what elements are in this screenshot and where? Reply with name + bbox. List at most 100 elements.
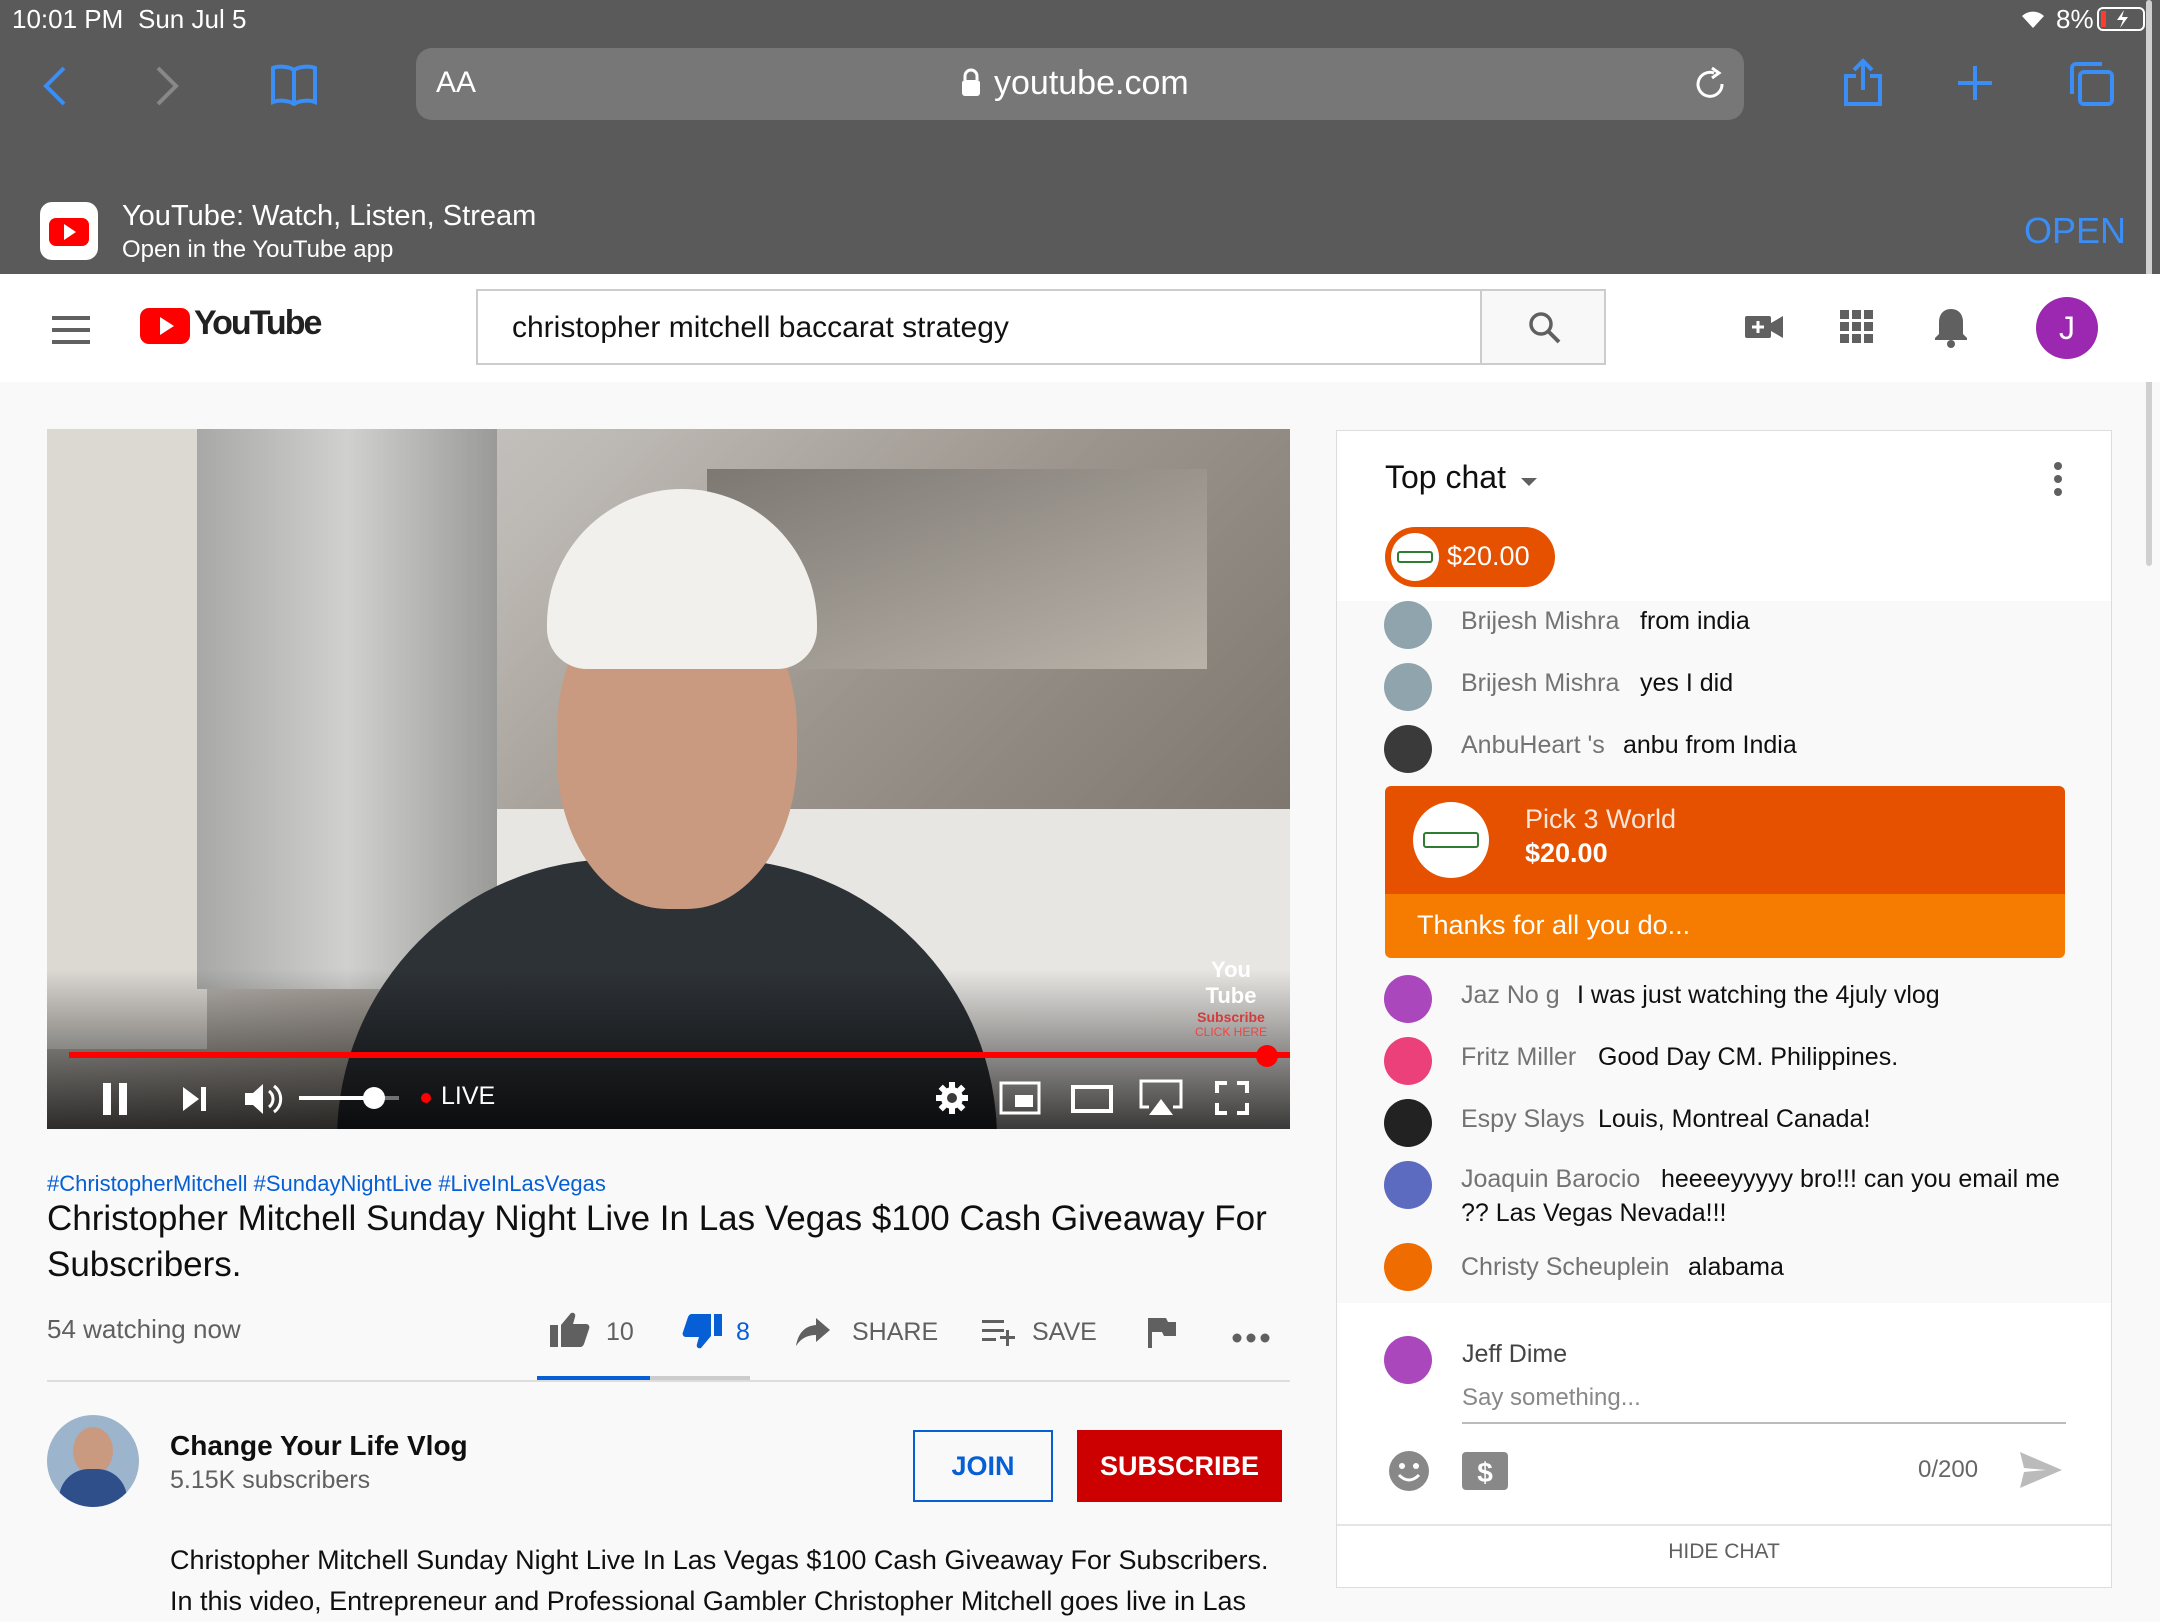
lock-icon [960, 68, 982, 103]
share-icon[interactable] [1842, 58, 1884, 113]
char-counter: 0/200 [1918, 1456, 1979, 1483]
more-actions-icon[interactable] [1232, 1330, 1270, 1348]
share-arrow-icon[interactable] [796, 1318, 830, 1351]
video-player[interactable]: You Tube Subscribe CLICK HERE LIVE [47, 429, 1290, 1129]
chat-message: alabama [1688, 1253, 1784, 1281]
watching-count: 54 watching now [47, 1314, 241, 1344]
back-icon[interactable] [40, 64, 70, 113]
chat-input[interactable]: Say something... [1462, 1382, 2066, 1424]
video-fridge [197, 429, 497, 989]
superchat-ticker[interactable]: $20.00 [1385, 527, 1555, 587]
chat-message: I was just watching the 4july vlog [1577, 981, 1940, 1009]
open-app-button[interactable]: OPEN [2024, 210, 2126, 252]
search-input[interactable]: christopher mitchell baccarat strategy [476, 289, 1482, 365]
menu-icon[interactable] [52, 316, 90, 349]
youtube-logo-text: YouTube [194, 304, 322, 342]
ticker-avatar [1391, 533, 1439, 581]
chat-avatar [1384, 1099, 1432, 1147]
theater-mode-icon[interactable] [1071, 1085, 1113, 1118]
tabs-icon[interactable] [2068, 60, 2116, 113]
chat-avatar [1384, 663, 1432, 711]
reload-icon[interactable] [1692, 66, 1728, 107]
next-icon[interactable] [181, 1085, 209, 1118]
airplay-icon[interactable] [1139, 1079, 1183, 1122]
superchat-amount: $20.00 [1525, 838, 1608, 868]
video-wall [47, 429, 207, 1049]
live-label[interactable]: LIVE [441, 1082, 495, 1111]
progress-fill [69, 1052, 1290, 1058]
chat-avatar [1384, 725, 1432, 773]
superchat-card[interactable]: Pick 3 World $20.00 Thanks for all you d… [1385, 786, 2065, 958]
banner-title: YouTube: Watch, Listen, Stream [122, 200, 537, 232]
input-author: Jeff Dime [1462, 1340, 1568, 1368]
emoji-icon[interactable] [1388, 1450, 1430, 1497]
join-button[interactable]: JOIN [913, 1430, 1053, 1502]
dislike-count: 8 [736, 1318, 750, 1346]
superchat-body: Thanks for all you do... [1385, 894, 2065, 958]
subscribe-button[interactable]: SUBSCRIBE [1077, 1430, 1282, 1502]
bookmarks-icon[interactable] [270, 62, 318, 111]
chat-message: anbu from India [1623, 731, 1797, 759]
settings-gear-icon[interactable] [935, 1081, 969, 1120]
chat-avatar [1384, 975, 1432, 1023]
ticker-amount: $20.00 [1447, 541, 1530, 571]
chat-avatar [1384, 601, 1432, 649]
pause-icon[interactable] [101, 1083, 131, 1120]
volume-knob[interactable] [363, 1087, 385, 1109]
hide-chat-button[interactable]: HIDE CHAT [1337, 1540, 2111, 1564]
create-video-icon[interactable] [1744, 310, 1784, 349]
thumbs-down-icon[interactable] [682, 1314, 722, 1355]
chat-input-placeholder: Say something... [1462, 1384, 1641, 1411]
status-date: Sun Jul 5 [138, 4, 247, 34]
chat-mode-label[interactable]: Top chat [1385, 459, 1506, 496]
text-size-button[interactable]: AA [436, 66, 476, 100]
channel-avatar[interactable] [47, 1415, 139, 1507]
progress-scrubber[interactable] [1256, 1045, 1278, 1067]
search-query: christopher mitchell baccarat strategy [512, 311, 1009, 344]
smart-app-banner: YouTube: Watch, Listen, Stream Open in t… [0, 190, 2160, 274]
account-avatar[interactable]: J [2036, 297, 2098, 359]
search-button[interactable] [1480, 289, 1606, 365]
input-avatar [1384, 1336, 1432, 1384]
video-hashtags[interactable]: #ChristopherMitchell #SundayNightLive #L… [47, 1171, 606, 1197]
chat-author[interactable]: Jaz No g [1461, 981, 1560, 1010]
superchat-message: Thanks for all you do... [1417, 910, 1691, 940]
chat-more-icon[interactable] [2053, 461, 2063, 502]
fullscreen-icon[interactable] [1215, 1081, 1249, 1120]
chat-mode-dropdown-icon[interactable] [1519, 475, 1539, 493]
send-icon[interactable] [2020, 1452, 2062, 1493]
chat-author[interactable]: AnbuHeart 's [1461, 731, 1605, 760]
banner-subtitle: Open in the YouTube app [122, 236, 394, 263]
apps-grid-icon[interactable] [1840, 310, 1874, 349]
watermark-subscribe: Subscribe [1197, 1009, 1265, 1025]
chat-author[interactable]: Brijesh Mishra [1461, 669, 1619, 698]
channel-subscribers: 5.15K subscribers [170, 1466, 371, 1494]
save-button[interactable]: SAVE [1032, 1318, 1097, 1347]
share-button[interactable]: SHARE [852, 1318, 938, 1347]
browser-toolbar: 10:01 PM Sun Jul 5 8% AA youtube.com [0, 0, 2160, 190]
progress-track[interactable] [69, 1052, 1290, 1058]
save-playlist-icon[interactable] [982, 1320, 1018, 1351]
new-tab-icon[interactable] [1956, 64, 1994, 107]
video-title: Christopher Mitchell Sunday Night Live I… [47, 1199, 1267, 1284]
chat-message: yes I did [1640, 669, 1734, 697]
address-bar[interactable]: AA youtube.com [416, 48, 1744, 120]
miniplayer-icon[interactable] [999, 1081, 1041, 1120]
report-flag-icon[interactable] [1148, 1318, 1176, 1353]
chat-author[interactable]: Espy Slays [1461, 1105, 1585, 1134]
chat-author[interactable]: Brijesh Mishra [1461, 607, 1619, 636]
chat-author[interactable]: Joaquin Barocio [1461, 1165, 1640, 1194]
battery-percent: 8% [2056, 4, 2094, 34]
notifications-bell-icon[interactable] [1934, 306, 1968, 353]
chat-author[interactable]: Fritz Miller [1461, 1043, 1576, 1072]
search-icon [1528, 311, 1562, 350]
thumbs-up-icon[interactable] [550, 1311, 590, 1352]
superchat-author[interactable]: Pick 3 World [1525, 804, 1676, 835]
chat-author[interactable]: Christy Scheuplein [1461, 1253, 1669, 1282]
subscribe-watermark[interactable]: You Tube Subscribe CLICK HERE [1191, 957, 1271, 1039]
forward-icon[interactable] [152, 64, 182, 113]
volume-icon[interactable] [243, 1081, 283, 1122]
super-chat-icon[interactable]: $ [1462, 1452, 1508, 1495]
channel-name[interactable]: Change Your Life Vlog [170, 1430, 468, 1462]
youtube-logo-icon[interactable] [140, 308, 190, 349]
